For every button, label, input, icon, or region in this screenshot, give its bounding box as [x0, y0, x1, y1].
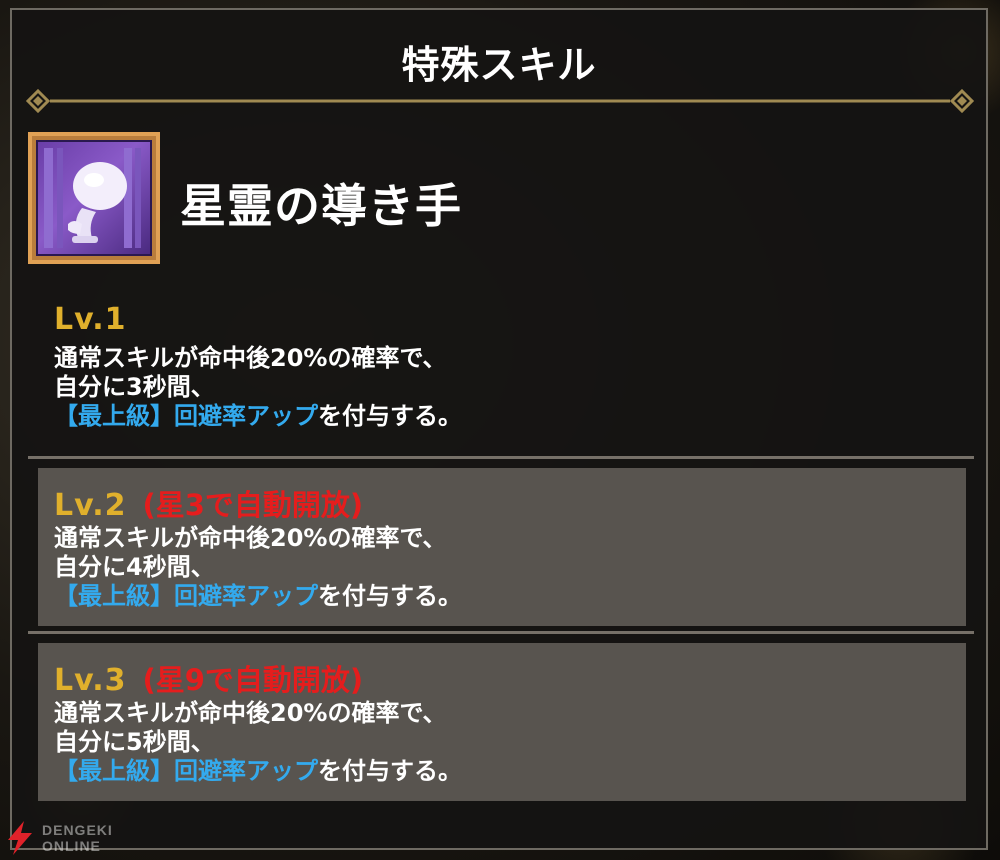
- skill-level-3: Lv.3 (星9で自動開放) 通常スキルが命中後20%の確率で、 自分に5秒間、…: [38, 643, 966, 801]
- lightning-icon: [8, 821, 32, 855]
- desc-line-1: 通常スキルが命中後20%の確率で、: [54, 699, 447, 727]
- spirit-figure-icon: [44, 148, 141, 248]
- level-label: Lv.3: [54, 663, 127, 698]
- skill-level-2: Lv.2 (星3で自動開放) 通常スキルが命中後20%の確率で、 自分に4秒間、…: [38, 468, 966, 626]
- level-description: 通常スキルが命中後20%の確率で、 自分に3秒間、 【最上級】回避率アップを付与…: [54, 344, 966, 431]
- watermark-line-2: ONLINE: [42, 838, 101, 854]
- level-separator: [28, 456, 974, 459]
- buff-highlight: 【最上級】回避率アップ: [54, 582, 318, 610]
- level-description: 通常スキルが命中後20%の確率で、 自分に4秒間、 【最上級】回避率アップを付与…: [54, 524, 966, 611]
- desc-line-3: 【最上級】回避率アップを付与する。: [54, 402, 966, 431]
- level-separator: [28, 631, 974, 634]
- watermark-line-1: DENGEKI: [42, 822, 113, 838]
- desc-suffix: を付与する。: [318, 582, 462, 610]
- level-description: 通常スキルが命中後20%の確率で、 自分に5秒間、 【最上級】回避率アップを付与…: [54, 699, 966, 786]
- desc-line-2: 自分に4秒間、: [54, 553, 215, 581]
- skill-level-1: Lv.1 通常スキルが命中後20%の確率で、 自分に3秒間、 【最上級】回避率ア…: [38, 302, 966, 444]
- desc-line-2: 自分に3秒間、: [54, 373, 215, 401]
- desc-line-2: 自分に5秒間、: [54, 728, 215, 756]
- level-label: Lv.1: [54, 302, 127, 337]
- buff-highlight: 【最上級】回避率アップ: [54, 402, 318, 430]
- desc-suffix: を付与する。: [318, 402, 462, 430]
- skill-name: 星霊の導き手: [180, 179, 462, 233]
- desc-line-1: 通常スキルが命中後20%の確率で、: [54, 344, 447, 372]
- buff-highlight: 【最上級】回避率アップ: [54, 757, 318, 785]
- desc-suffix: を付与する。: [318, 757, 462, 785]
- watermark: DENGEKI ONLINE: [2, 818, 132, 858]
- desc-line-1: 通常スキルが命中後20%の確率で、: [54, 524, 447, 552]
- unlock-condition: (星3で自動開放): [142, 488, 364, 522]
- special-skill-panel: 特殊スキル 星霊の導き手 Lv.1 通常スキルが命中後20%の確率で、 自分に3…: [10, 8, 988, 850]
- desc-line-3: 【最上級】回避率アップを付与する。: [54, 757, 966, 786]
- desc-line-3: 【最上級】回避率アップを付与する。: [54, 582, 966, 611]
- unlock-condition: (星9で自動開放): [142, 663, 364, 697]
- panel-title: 特殊スキル: [401, 43, 597, 87]
- level-label: Lv.2: [54, 488, 127, 523]
- skill-icon: [28, 132, 160, 264]
- title-divider: [26, 89, 974, 113]
